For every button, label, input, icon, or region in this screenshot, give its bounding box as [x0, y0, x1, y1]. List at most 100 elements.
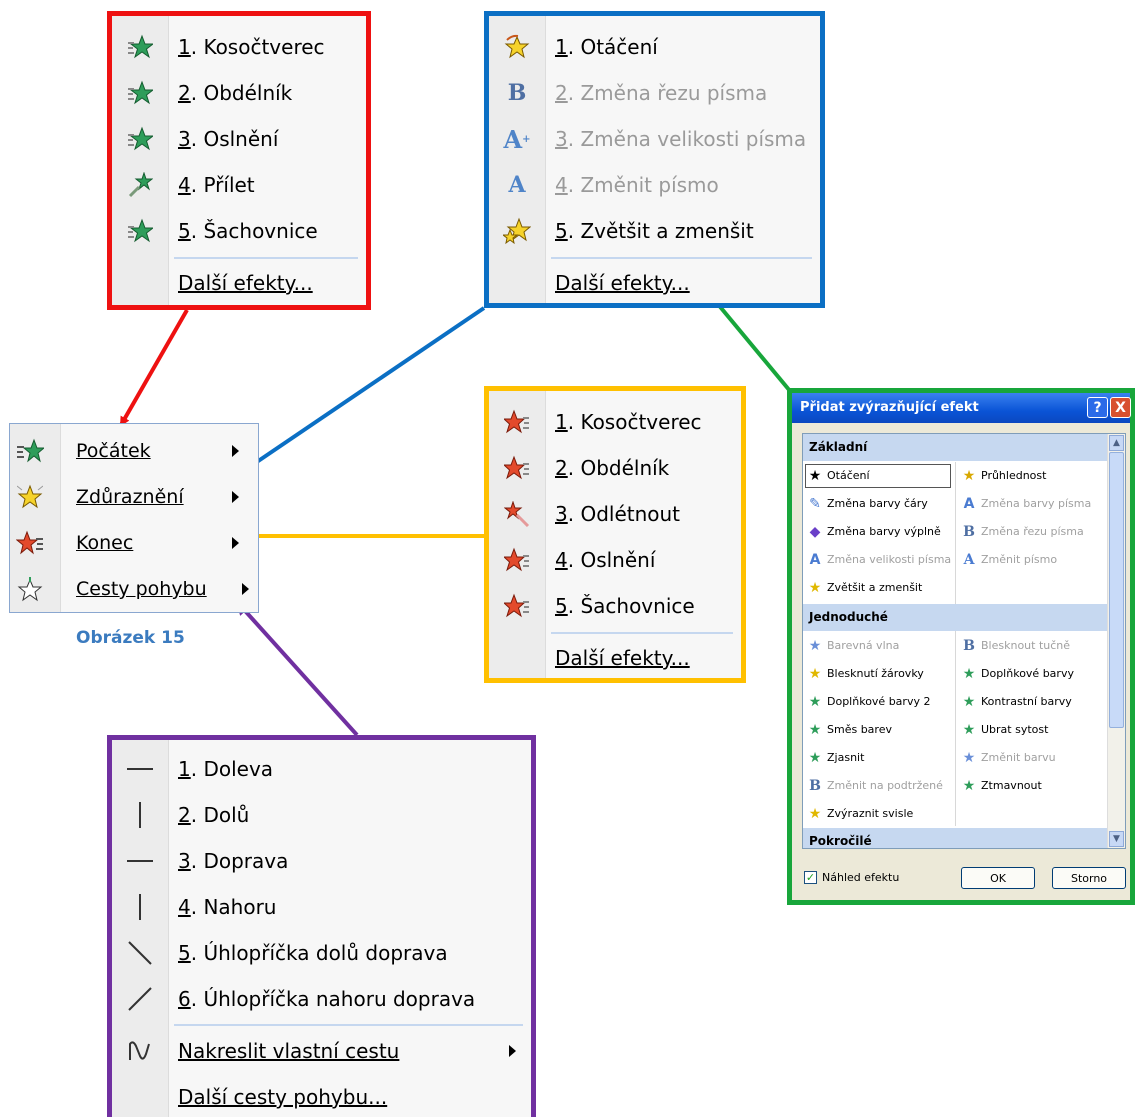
- item-label: . Nahoru: [190, 895, 277, 919]
- item-label: . Doprava: [190, 849, 289, 873]
- exit-item-2[interactable]: 2. Obdélník: [489, 445, 741, 491]
- item-number: 1: [178, 35, 191, 59]
- exit-more-effects[interactable]: Další efekty...: [489, 635, 741, 681]
- item-number: 5: [555, 219, 568, 243]
- emphasis-more-effects[interactable]: Další efekty...: [489, 260, 820, 306]
- motion-item-6[interactable]: 6. Úhlopříčka nahoru doprava: [112, 976, 531, 1022]
- help-button[interactable]: ?: [1087, 397, 1108, 418]
- motion-item-2[interactable]: 2. Dolů: [112, 792, 531, 838]
- preview-checkbox[interactable]: ✓: [804, 871, 817, 884]
- effect-item[interactable]: ★ Zjasnit: [803, 744, 953, 772]
- menu-item-emphasis[interactable]: Zdůraznění: [10, 474, 258, 520]
- item-number: 4: [555, 173, 568, 197]
- cancel-button[interactable]: Storno: [1052, 867, 1126, 889]
- entrance-item-3[interactable]: 3. Oslnění: [112, 116, 366, 162]
- effect-item[interactable]: ★ Barevná vlna: [803, 632, 953, 660]
- effect-item[interactable]: ★ Ztmavnout: [957, 772, 1107, 800]
- emphasis-item-5[interactable]: 5. Zvětšit a zmenšit: [489, 208, 820, 254]
- motion-item-5[interactable]: 5. Úhlopříčka dolů doprava: [112, 930, 531, 976]
- submenu-arrow-icon: [232, 445, 239, 457]
- item-label: . Oslnění: [190, 127, 279, 151]
- item-label: . Otáčení: [567, 35, 658, 59]
- scroll-thumb[interactable]: [1109, 452, 1124, 728]
- effect-item[interactable]: A Změna velikosti písma: [803, 546, 953, 574]
- motion-item-1[interactable]: 1. Doleva: [112, 746, 531, 792]
- spin-star-icon: ★: [808, 468, 822, 484]
- effect-item[interactable]: ★ Změnit barvu: [957, 744, 1107, 772]
- entrance-more-effects[interactable]: Další efekty...: [112, 260, 366, 306]
- motion-item-4[interactable]: 4. Nahoru: [112, 884, 531, 930]
- entrance-item-2[interactable]: 2. Obdélník: [112, 70, 366, 116]
- effect-item[interactable]: ★ Kontrastní barvy: [957, 688, 1107, 716]
- exit-item-1[interactable]: 1. Kosočtverec: [489, 399, 741, 445]
- submenu-arrow-icon: [232, 537, 239, 549]
- effect-item[interactable]: B Změnit na podtržené: [803, 772, 953, 800]
- line-horizontal-icon: [126, 755, 154, 783]
- item-label: . Zvětšit a zmenšit: [567, 219, 754, 243]
- scroll-down-icon[interactable]: ▼: [1109, 831, 1124, 847]
- emphasis-item-4[interactable]: A 4. Změnit písmo: [489, 162, 820, 208]
- entrance-item-4[interactable]: 4. Přílet: [112, 162, 366, 208]
- effect-item[interactable]: A Změnit písmo: [957, 546, 1107, 574]
- menu-separator: [551, 632, 733, 634]
- effect-item[interactable]: ✎ Změna barvy čáry: [803, 490, 953, 518]
- menu-item-entrance[interactable]: Počátek: [10, 428, 258, 474]
- emphasis-item-3[interactable]: A + 3. Změna velikosti písma: [489, 116, 820, 162]
- menu-separator: [174, 1024, 523, 1026]
- exit-item-4[interactable]: 4. Oslnění: [489, 537, 741, 583]
- line-vertical-icon: [126, 893, 154, 921]
- effect-item[interactable]: A Změna barvy písma: [957, 490, 1107, 518]
- effect-item[interactable]: ★ Ubrat sytost: [957, 716, 1107, 744]
- emphasis-item-2[interactable]: B 2. Změna řezu písma: [489, 70, 820, 116]
- effect-item[interactable]: ★ Směs barev: [803, 716, 953, 744]
- effect-item[interactable]: ★ Zvětšit a zmenšit: [803, 574, 953, 602]
- item-label: . Dolů: [190, 803, 250, 827]
- ok-button[interactable]: OK: [961, 867, 1035, 889]
- close-button[interactable]: X: [1110, 397, 1131, 418]
- scroll-up-icon[interactable]: ▲: [1109, 435, 1124, 451]
- line-vertical-icon: [126, 801, 154, 829]
- motion-custom-path[interactable]: Nakreslit vlastní cestu: [112, 1028, 531, 1074]
- effect-item[interactable]: ★ Průhlednost: [957, 462, 1107, 490]
- color-star-icon: ★: [808, 722, 822, 738]
- grow-star-icon: ★: [808, 806, 822, 822]
- color-star-icon: ★: [962, 694, 976, 710]
- effect-item[interactable]: ★ Blesknutí žárovky: [803, 660, 953, 688]
- item-number: 4: [178, 173, 191, 197]
- motion-item-3[interactable]: 3. Doprava: [112, 838, 531, 884]
- green-star-icon: [126, 33, 154, 61]
- effect-item[interactable]: ★ Doplňkové barvy: [957, 660, 1107, 688]
- item-number: 2: [178, 803, 191, 827]
- exit-item-5[interactable]: 5. Šachovnice: [489, 583, 741, 629]
- effect-item[interactable]: ★ Zvýraznit svisle: [803, 800, 953, 828]
- effect-item[interactable]: B Změna řezu písma: [957, 518, 1107, 546]
- exit-item-3[interactable]: 3. Odlétnout: [489, 491, 741, 537]
- menu-item-exit[interactable]: Konec: [10, 520, 258, 566]
- item-number: 1: [178, 757, 191, 781]
- item-number: 2: [555, 81, 568, 105]
- spin-star-icon: [503, 33, 531, 61]
- add-emphasis-effect-dialog: Přidat zvýrazňující efekt ? X Základní ★…: [787, 388, 1135, 905]
- entrance-item-5[interactable]: 5. Šachovnice: [112, 208, 366, 254]
- line-color-icon: ✎: [809, 496, 821, 512]
- green-star-icon: [126, 125, 154, 153]
- effect-list[interactable]: Základní ★ Otáčení ★ Průhlednost ✎ Změna ba…: [802, 433, 1126, 849]
- effect-list-scrollbar[interactable]: ▲ ▼: [1107, 434, 1125, 848]
- item-label: . Změna velikosti písma: [567, 127, 807, 151]
- motion-more-paths[interactable]: Další cesty pohybu...: [112, 1074, 531, 1120]
- red-star-icon: [503, 408, 531, 436]
- menu-item-motion-paths[interactable]: Cesty pohybu: [10, 566, 258, 612]
- emphasis-item-1[interactable]: 1. Otáčení: [489, 24, 820, 70]
- font-a-icon: A: [963, 552, 975, 568]
- item-label: . Změna řezu písma: [567, 81, 768, 105]
- color-star-icon: ★: [962, 666, 976, 682]
- effect-item[interactable]: ★ Otáčení: [803, 462, 953, 490]
- entrance-item-1[interactable]: 1. Kosočtverec: [112, 24, 366, 70]
- category-header: Pokročilé: [803, 828, 1109, 848]
- effect-item[interactable]: ★ Doplňkové barvy 2: [803, 688, 953, 716]
- effect-item[interactable]: B Blesknout tučně: [957, 632, 1107, 660]
- item-number: 3: [555, 502, 568, 526]
- custom-animation-menu: Počátek Zdůraznění Konec Cesty pohybu: [9, 423, 259, 613]
- effect-item[interactable]: ◆ Změna barvy výplně: [803, 518, 953, 546]
- bold-b-icon: B: [963, 638, 975, 654]
